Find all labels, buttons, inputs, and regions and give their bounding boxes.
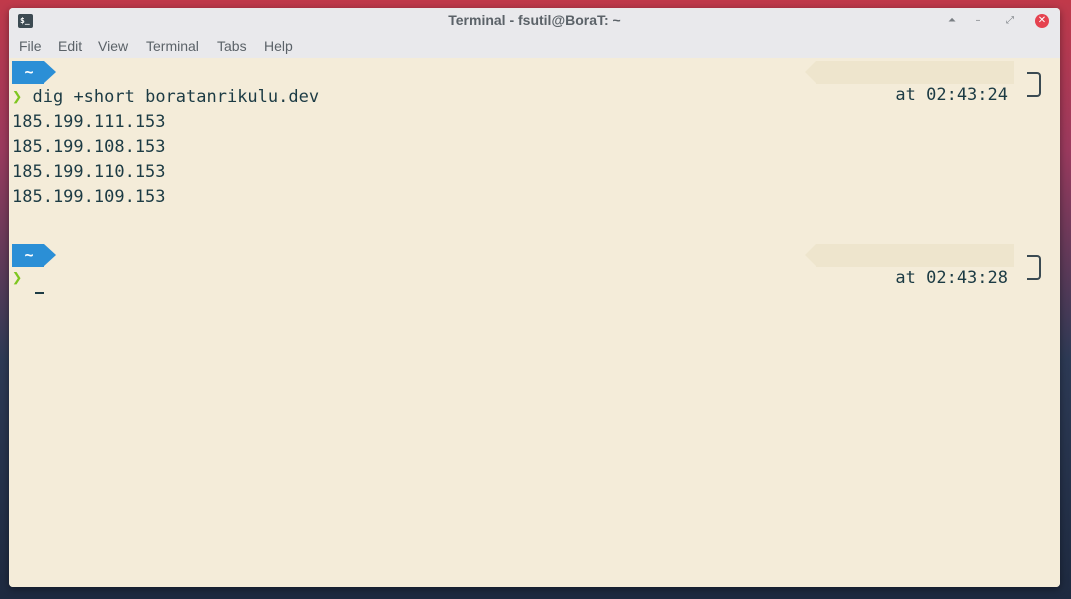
command-line: ❯ dig +short boratanrikulu.dev — [12, 85, 319, 110]
prompt-bracket — [1027, 72, 1041, 97]
prompt-time: at 02:43:24 — [804, 61, 1014, 105]
text-cursor — [35, 292, 44, 294]
menu-file[interactable]: File — [19, 38, 42, 54]
output-line: 185.199.108.153 — [12, 137, 166, 157]
prompt-bracket — [1027, 255, 1041, 280]
menu-help[interactable]: Help — [264, 38, 293, 54]
menu-view[interactable]: View — [98, 38, 128, 54]
prompt-dir-badge: ~ — [12, 61, 56, 84]
output-line: 185.199.110.153 — [12, 162, 166, 182]
prompt-time-text: at 02:43:28 — [895, 268, 1008, 288]
menu-terminal[interactable]: Terminal — [146, 38, 199, 54]
prompt-arrow-icon: ❯ — [12, 87, 23, 107]
prompt-dir: ~ — [24, 246, 34, 264]
close-button[interactable]: ✕ — [1035, 14, 1049, 28]
terminal-window: $_ Terminal - fsutil@BoraT: ~ ⏶ – ⤢ ✕ Fi… — [9, 8, 1060, 587]
command-line: ❯ — [12, 266, 33, 291]
menu-edit[interactable]: Edit — [58, 38, 82, 54]
command-text: dig +short boratanrikulu.dev — [32, 87, 320, 107]
output-line: 185.199.111.153 — [12, 112, 166, 132]
minimize-button[interactable]: – — [971, 14, 985, 28]
prompt-time-text: at 02:43:24 — [895, 85, 1008, 105]
terminal-area[interactable]: ~ at 02:43:24 ❯ dig +short boratanrikulu… — [9, 58, 1060, 587]
maximize-button[interactable]: ⤢ — [1003, 14, 1017, 28]
menu-bar: File Edit View Terminal Tabs Help — [9, 34, 1060, 58]
prompt-time: at 02:43:28 — [804, 244, 1014, 288]
title-bar[interactable]: $_ Terminal - fsutil@BoraT: ~ ⏶ – ⤢ ✕ — [9, 8, 1060, 34]
shade-button[interactable]: ⏶ — [945, 14, 959, 28]
prompt-dir-badge: ~ — [12, 244, 56, 267]
window-title: Terminal - fsutil@BoraT: ~ — [448, 12, 621, 28]
prompt-arrow-icon: ❯ — [12, 268, 23, 288]
prompt-dir: ~ — [24, 63, 34, 81]
output-line: 185.199.109.153 — [12, 187, 166, 207]
menu-tabs[interactable]: Tabs — [217, 38, 247, 54]
